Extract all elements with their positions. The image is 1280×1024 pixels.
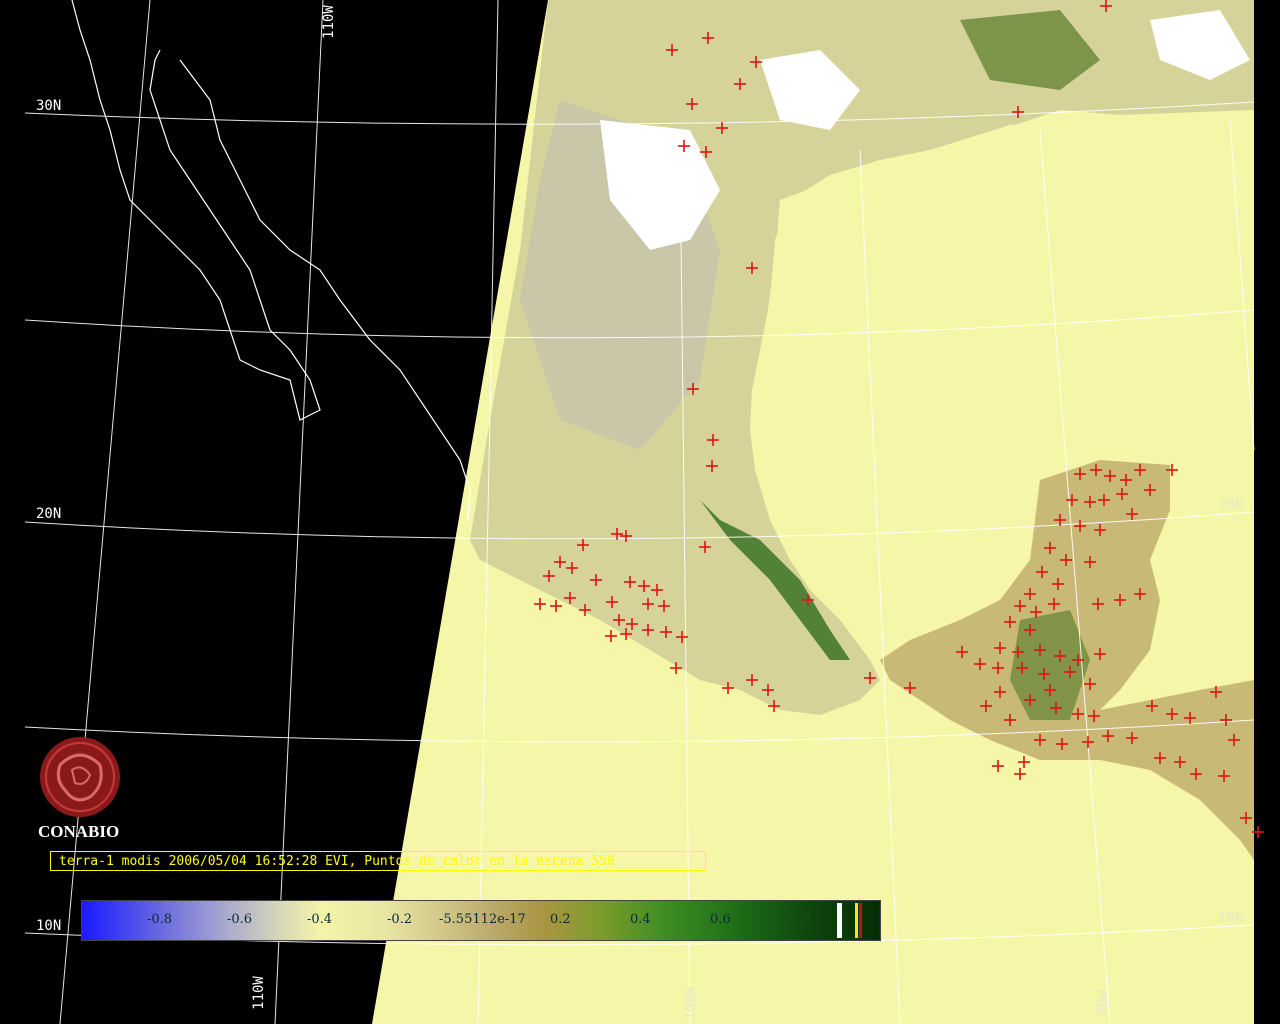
colorbar-tick: -0.2 <box>387 912 413 927</box>
lon-label-100w: 100W <box>682 986 699 1020</box>
colorbar-tick: 0.2 <box>550 912 571 927</box>
lon-label-90w: 90W <box>1094 990 1111 1016</box>
colorbar-tick: -0.6 <box>227 912 253 927</box>
colorbar-tick: -0.4 <box>307 912 333 927</box>
colorbar-tick: -5.55112e-17 <box>439 912 526 927</box>
colorbar-tick: 0.6 <box>710 912 731 927</box>
colorbar-red-marker <box>859 903 862 938</box>
scene-caption: terra-1 modis 2006/05/04 16:52:28 EVI, P… <box>50 851 706 871</box>
lat-label-10n: 10N <box>36 918 62 934</box>
colorbar-tick: 0.8 <box>790 912 811 927</box>
conabio-seal-icon <box>40 737 120 817</box>
colorbar-tick: 0.4 <box>630 912 651 927</box>
colorbar-yellow-marker <box>855 903 858 938</box>
evi-colorbar: -0.8 -0.6 -0.4 -0.2 -5.55112e-17 0.2 0.4… <box>81 900 881 941</box>
conabio-logo-text: CONABIO <box>38 822 120 841</box>
lat-label-30n: 30N <box>36 98 62 114</box>
lon-label-110w-top: 110W <box>320 5 337 39</box>
lat-label-20n: 20N <box>36 506 62 522</box>
lat-label-20n-right: 20N <box>1218 497 1244 513</box>
lon-label-110w-bottom: 110W <box>250 976 267 1010</box>
colorbar-tick: -0.8 <box>147 912 173 927</box>
lat-label-10n-right: 10N <box>1218 910 1244 926</box>
colorbar-white-marker <box>837 903 842 938</box>
